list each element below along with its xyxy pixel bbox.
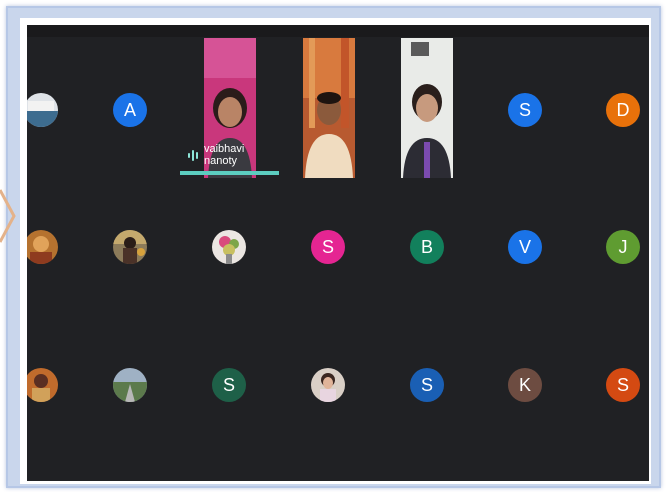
participant-initial-avatar: S bbox=[212, 368, 246, 402]
participant-initial-avatar: K bbox=[508, 368, 542, 402]
participant-tile[interactable] bbox=[100, 355, 160, 415]
participant-tile[interactable]: B bbox=[397, 217, 457, 277]
participant-initial-avatar: S bbox=[311, 230, 345, 264]
avatar-initial: K bbox=[518, 374, 531, 395]
avatar-initial: S bbox=[222, 374, 235, 395]
participant-initial-avatar: S bbox=[508, 93, 542, 127]
participant-tile[interactable]: S bbox=[593, 355, 649, 415]
participant-tile[interactable] bbox=[100, 217, 160, 277]
participant-photo-avatar bbox=[27, 230, 58, 264]
participant-initial-avatar: V bbox=[508, 230, 542, 264]
avatar-initial: A bbox=[123, 99, 136, 120]
avatar-initial: S bbox=[321, 236, 334, 257]
participant-tile[interactable]: S bbox=[199, 355, 259, 415]
participant-photo-avatar bbox=[113, 368, 147, 402]
participant-tile[interactable]: A bbox=[100, 80, 160, 140]
participant-video-2[interactable] bbox=[303, 38, 355, 178]
participant-tile[interactable]: S bbox=[397, 355, 457, 415]
participant-initial-avatar: A bbox=[113, 93, 147, 127]
avatar-initial: V bbox=[518, 236, 531, 257]
participant-tile[interactable] bbox=[199, 217, 259, 277]
participant-photo-avatar bbox=[311, 368, 345, 402]
participant-tile[interactable] bbox=[27, 355, 71, 415]
participant-initial-avatar: S bbox=[410, 368, 444, 402]
participant-initial-avatar: J bbox=[606, 230, 640, 264]
avatar-initial: S bbox=[420, 374, 433, 395]
participant-photo-avatar bbox=[27, 93, 58, 127]
participant-tile[interactable] bbox=[27, 217, 71, 277]
side-arrow-decoration bbox=[0, 189, 16, 243]
active-speaker-label: vaibhavi nanoty bbox=[180, 143, 278, 167]
meeting-top-strip bbox=[27, 25, 649, 37]
participant-tile[interactable] bbox=[27, 80, 71, 140]
participant-tile[interactable]: V bbox=[495, 217, 555, 277]
audio-level-icon bbox=[188, 149, 198, 161]
meeting-grid: A S D vaibhavi nanoty S B V J S S K S bbox=[27, 25, 649, 481]
participant-video-3[interactable] bbox=[401, 38, 453, 178]
participant-photo-avatar bbox=[113, 230, 147, 264]
speaker-name: vaibhavi nanoty bbox=[204, 143, 245, 167]
participant-initial-avatar: S bbox=[606, 368, 640, 402]
participant-initial-avatar: D bbox=[606, 93, 640, 127]
avatar-initial: D bbox=[616, 99, 630, 120]
participant-tile[interactable]: S bbox=[298, 217, 358, 277]
participant-tile[interactable]: J bbox=[593, 217, 649, 277]
avatar-initial: S bbox=[518, 99, 531, 120]
participant-photo-avatar bbox=[212, 230, 246, 264]
avatar-initial: B bbox=[420, 236, 433, 257]
participant-photo-avatar bbox=[27, 368, 58, 402]
active-speaker-indicator bbox=[180, 171, 279, 175]
avatar-initial: J bbox=[618, 236, 628, 257]
avatar-initial: S bbox=[616, 374, 629, 395]
participant-initial-avatar: B bbox=[410, 230, 444, 264]
participant-tile[interactable]: D bbox=[593, 80, 649, 140]
participant-tile[interactable]: S bbox=[495, 80, 555, 140]
participant-tile[interactable] bbox=[298, 355, 358, 415]
participant-tile[interactable]: K bbox=[495, 355, 555, 415]
